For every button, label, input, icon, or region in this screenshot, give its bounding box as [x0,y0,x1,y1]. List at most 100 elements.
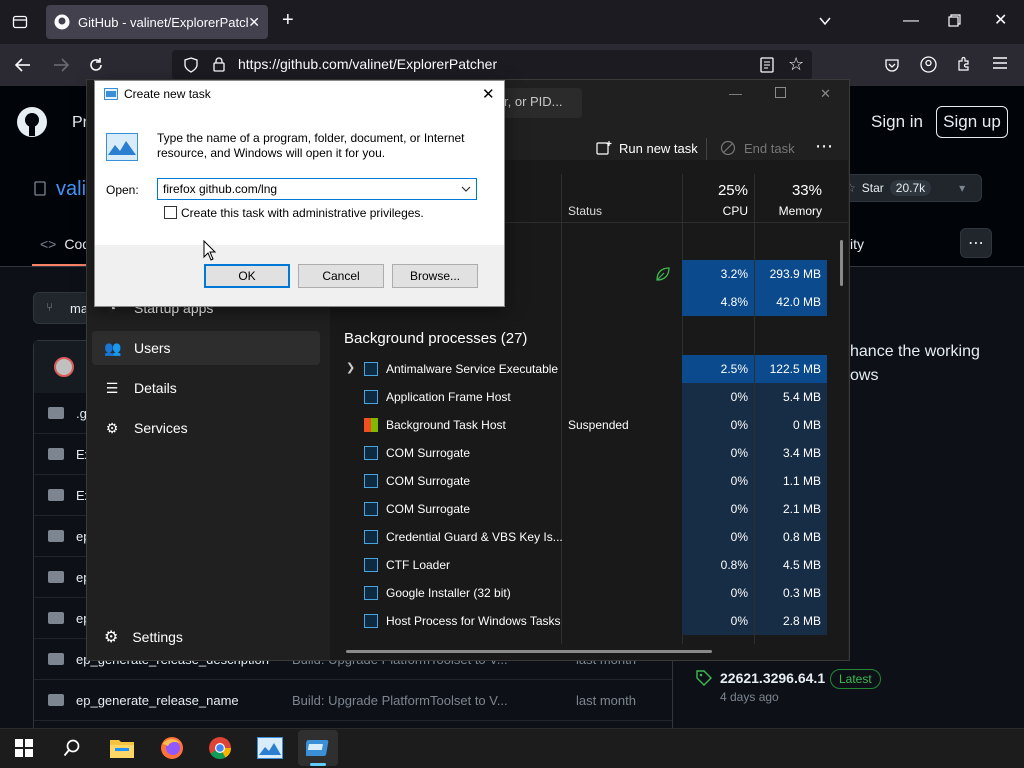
tab-activity[interactable]: ity [850,236,864,252]
branch-selector[interactable]: ma [33,292,93,324]
about-line-2: ows [850,367,879,384]
memory-value: 122.5 MB [755,355,827,383]
table-row[interactable]: COM Surrogate 0% 2.1 MB [336,495,830,523]
account-icon[interactable] [920,56,937,73]
run-new-task-icon [596,140,612,156]
tab-code[interactable]: <> Cod [40,236,90,252]
process-icon [364,474,378,488]
firefox-icon[interactable] [152,730,192,766]
column-header-memory[interactable]: Memory [760,204,822,218]
table-row[interactable]: Google Installer (32 bit) 0% 0.3 MB [336,579,830,607]
window-restore-icon[interactable] [948,14,961,27]
table-row[interactable]: Antimalware Service Executable 2.5% 122.5 … [336,355,830,383]
github-logo-icon[interactable] [16,106,48,138]
dialog-app-icon [104,87,118,101]
active-app-indicator [310,763,326,766]
repo-owner-link[interactable]: vali [56,178,86,201]
toolbar-divider [706,138,707,160]
window-minimize-icon[interactable]: — [903,13,919,29]
table-row[interactable]: CTF Loader 0.8% 4.5 MB [336,551,830,579]
sidebar-item-users[interactable]: 👥 Users [92,331,320,365]
dialog-close-icon[interactable]: ✕ [482,85,495,103]
url-text[interactable]: https://github.com/valinet/ExplorerPatch… [238,56,497,72]
star-button[interactable]: ☆ Star 20.7k ▾ [836,174,982,202]
cancel-button[interactable]: Cancel [298,264,384,288]
cpu-total[interactable]: 25% [690,182,748,199]
tm-minimize-icon[interactable]: — [729,86,742,101]
sidebar-item-settings-label: Settings [132,629,183,645]
end-task-button[interactable]: End task [744,141,795,156]
avatar[interactable] [54,357,74,377]
browser-tab-active[interactable]: GitHub - valinet/ExplorerPatcher ✕ [46,5,268,39]
table-row[interactable]: COM Surrogate 0% 1.1 MB [336,467,830,495]
column-header-status[interactable]: Status [568,204,602,218]
table-row[interactable]: Credential Guard & VBS Key Is... 0% 0.8 MB [336,523,830,551]
table-row[interactable]: COM Surrogate 0% 3.4 MB [336,439,830,467]
more-options-button[interactable]: ⋯ [960,228,992,258]
forward-icon[interactable] [52,57,70,73]
table-row[interactable]: Background Task Host Suspended 0% 0 MB [336,411,830,439]
browse-button[interactable]: Browse... [392,264,478,288]
release-version[interactable]: 22621.3296.64.1 [720,670,825,686]
run-dialog-taskbar-icon[interactable] [298,730,338,766]
memory-value: 293.9 MB [755,260,827,288]
admin-privileges-label[interactable]: Create this task with administrative pri… [181,206,424,220]
star-dropdown-icon[interactable]: ▾ [959,181,965,195]
sidebar-item-settings[interactable]: ⚙ Settings [92,620,320,654]
about-description: hance the working ows [850,340,980,388]
memory-value: 0.3 MB [755,579,827,607]
cpu-value: 0.8% [682,551,754,579]
sidebar-item-services[interactable]: ⚙ Services [92,411,320,445]
sign-up-button[interactable]: Sign up [936,106,1008,138]
commit-message[interactable]: Build: Upgrade PlatformToolset to V... [292,693,576,708]
horizontal-scrollbar[interactable] [346,650,712,653]
chrome-icon[interactable] [200,730,240,766]
close-tab-icon[interactable]: ✕ [248,14,260,31]
start-button-icon[interactable] [4,730,44,766]
memory-total[interactable]: 33% [760,182,822,199]
tm-close-icon[interactable]: ✕ [820,86,831,102]
file-explorer-icon[interactable] [102,730,142,766]
hamburger-menu-icon[interactable] [992,56,1008,70]
new-tab-icon[interactable]: + [282,10,294,30]
tm-more-icon[interactable]: ⋯ [815,136,833,157]
ok-button[interactable]: OK [204,264,290,288]
run-new-task-button[interactable]: Run new task [619,141,698,156]
process-icon [364,502,378,516]
extensions-icon[interactable] [956,56,972,72]
file-row[interactable]: ep_generate_release_name Build: Upgrade P… [34,680,672,721]
window-close-icon[interactable]: ✕ [994,13,1007,29]
sidebar-item-details[interactable]: ☰ Details [92,371,320,405]
process-icon [364,390,378,404]
process-name: Google Installer (32 bit) [386,586,511,600]
lock-icon[interactable] [212,56,226,72]
vertical-scrollbar[interactable] [840,240,843,286]
cpu-value: 0% [682,579,754,607]
search-icon[interactable] [52,730,92,766]
sign-in-link[interactable]: Sign in [862,106,932,138]
table-row[interactable]: Host Process for Windows Tasks 0% 2.8 MB [336,607,830,635]
process-icon [364,586,378,600]
combobox-dropdown-icon[interactable] [461,184,471,194]
folder-icon [48,489,64,501]
reload-icon[interactable] [88,57,104,73]
table-row[interactable]: Application Frame Host 0% 5.4 MB [336,383,830,411]
tab-list-icon[interactable] [12,14,28,30]
back-icon[interactable] [14,57,32,73]
open-combobox-input[interactable]: firefox github.com/lng [157,178,477,200]
column-header-cpu[interactable]: CPU [690,204,748,218]
folder-icon [48,571,64,583]
tm-maximize-icon[interactable] [775,87,786,98]
file-name[interactable]: ep_generate_release_name [76,693,292,708]
chevron-down-icon[interactable] [818,14,832,28]
folder-icon [48,612,64,624]
pocket-icon[interactable] [884,57,900,73]
cpu-value: 0% [682,467,754,495]
github-favicon-icon [54,14,70,30]
task-manager-taskbar-icon[interactable] [250,730,290,766]
shield-icon[interactable] [184,57,198,73]
cpu-value: 4.8% [682,288,754,316]
bookmark-star-icon[interactable]: ☆ [788,55,804,73]
admin-privileges-checkbox[interactable] [164,206,177,219]
reader-view-icon[interactable] [760,57,774,73]
